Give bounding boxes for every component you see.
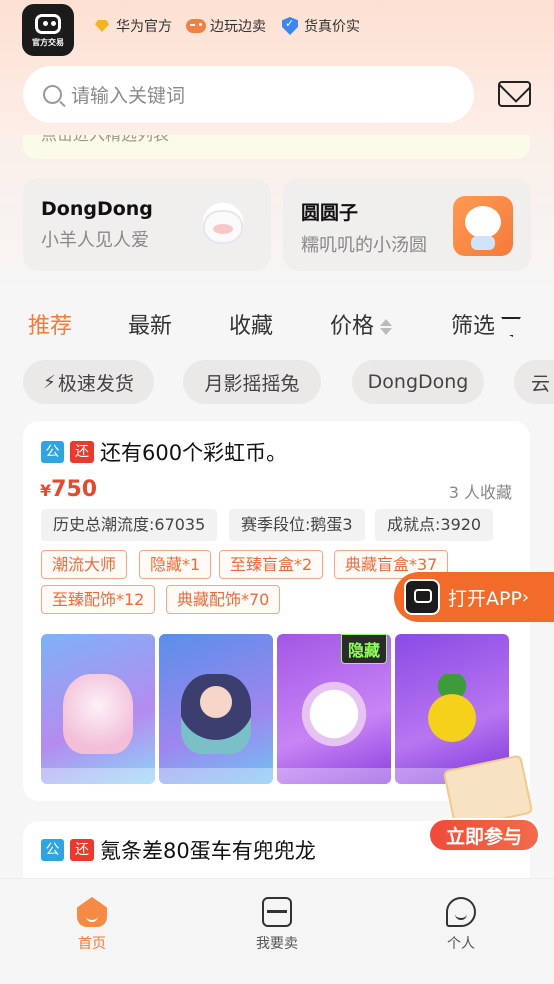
figure-image <box>63 674 133 754</box>
badge-play-sell: 边玩边卖 <box>186 16 266 36</box>
attribute-tag: 潮流大师 <box>41 550 128 579</box>
tab-price-label: 价格 <box>330 314 375 339</box>
chip-fast-shipping[interactable]: ⚡ 极速发货 <box>23 360 154 404</box>
app-logo-icon <box>404 579 440 615</box>
chip-dongdong[interactable]: DongDong <box>352 360 484 404</box>
tab-latest[interactable]: 最新 <box>128 308 172 340</box>
lightning-icon: ⚡ <box>43 371 56 393</box>
chip-label: DongDong <box>367 371 469 393</box>
item-thumbnail[interactable] <box>41 634 155 784</box>
badge-label: 边玩边卖 <box>210 19 266 35</box>
dumpling-figure-image <box>453 196 513 256</box>
favorite-count: 3 人收藏 <box>448 483 512 502</box>
search-icon <box>43 85 62 104</box>
chip-label: 极速发货 <box>57 372 134 395</box>
search-input[interactable]: 请输入关键词 <box>23 66 474 123</box>
diamond-icon <box>95 20 109 32</box>
tab-filter-label: 筛选 <box>451 314 496 339</box>
listing-price: ¥750 <box>40 477 97 502</box>
figure-image <box>299 674 369 754</box>
join-button[interactable]: 立即参与 <box>428 818 540 852</box>
app-logo: 官方交易 <box>22 4 74 56</box>
hidden-badge: 隐藏 <box>340 634 387 664</box>
listing-title: 氪条差80蛋车有兜兜龙 <box>100 839 316 863</box>
nav-profile[interactable]: 个人 <box>421 897 501 953</box>
open-app-button[interactable]: 打开APP › <box>394 572 554 622</box>
filter-icon <box>501 317 522 337</box>
chip-label: 月影摇摇兔 <box>204 372 300 395</box>
mail-icon[interactable] <box>498 81 531 107</box>
listing-title: 还有600个彩虹币。 <box>100 441 288 465</box>
stat-trend: 历史总潮流度:67035 <box>41 509 218 541</box>
sort-tabs: 推荐 最新 收藏 价格 筛选 <box>0 308 554 342</box>
figure-image <box>181 674 251 754</box>
attribute-tag: 至臻配饰*12 <box>41 585 156 614</box>
join-promo[interactable]: 立即参与 <box>428 754 540 854</box>
header: 官方交易 华为官方 边玩边卖 货真价实 请输入关键词 <box>0 0 554 135</box>
item-thumbnail[interactable] <box>159 634 273 784</box>
trust-badges: 华为官方 边玩边卖 货真价实 <box>92 16 360 36</box>
attribute-tag: 隐藏*1 <box>139 550 212 579</box>
return-tag: 还 <box>70 839 94 861</box>
badge-huawei: 华为官方 <box>92 16 172 36</box>
price-symbol: ¥ <box>40 481 52 500</box>
quick-filter-chips: ⚡ 极速发货 月影摇摇兔 DongDong 云 <box>0 360 554 404</box>
figure-image <box>417 674 487 754</box>
badge-authentic: 货真价实 <box>280 16 360 36</box>
chip-moon-rabbit[interactable]: 月影摇摇兔 <box>183 360 321 404</box>
public-tag: 公 <box>41 839 64 861</box>
public-tag: 公 <box>41 441 64 463</box>
nav-label: 首页 <box>78 936 106 952</box>
stat-achievement: 成就点:3920 <box>375 509 494 541</box>
shield-check-icon <box>282 17 298 35</box>
nav-home[interactable]: 首页 <box>52 897 132 953</box>
gamepad-icon <box>186 19 206 33</box>
badge-label: 货真价实 <box>304 19 360 35</box>
item-thumbnail[interactable]: 隐藏 <box>277 634 391 784</box>
nav-sell[interactable]: 我要卖 <box>237 897 317 953</box>
sheep-figure-image <box>193 196 253 256</box>
tab-recommend[interactable]: 推荐 <box>28 308 72 340</box>
badge-label: 华为官方 <box>116 19 172 35</box>
home-icon <box>77 897 107 927</box>
return-tag: 还 <box>70 441 94 463</box>
price-value: 750 <box>51 477 98 502</box>
attribute-tag: 典藏配饰*70 <box>166 585 281 614</box>
ip-card-dongdong[interactable]: DongDong 小羊人见人爱 <box>23 178 271 271</box>
tab-price[interactable]: 价格 <box>330 308 393 340</box>
attribute-tag: 至臻盲盒*2 <box>219 550 324 579</box>
chip-cloud[interactable]: 云 <box>514 360 554 404</box>
nav-label: 个人 <box>447 936 475 952</box>
nav-label: 我要卖 <box>256 936 298 952</box>
open-app-label: 打开APP <box>448 587 522 610</box>
sell-box-icon <box>262 897 292 927</box>
sort-icon <box>380 318 393 336</box>
logo-text: 官方交易 <box>32 38 64 47</box>
stat-season-rank: 赛季段位:鹅蛋3 <box>229 509 365 541</box>
chip-label: 云 <box>531 372 551 395</box>
bottom-nav: 首页 我要卖 个人 <box>0 878 554 984</box>
tab-filter[interactable]: 筛选 <box>451 308 522 340</box>
logo-icon <box>35 14 61 34</box>
chevron-right-icon: › <box>521 586 530 608</box>
profile-icon <box>446 897 476 927</box>
tab-favorites[interactable]: 收藏 <box>229 308 273 340</box>
ip-card-yuanyuanzi[interactable]: 圆圆子 糯叽叽的小汤圆 <box>283 178 531 271</box>
search-placeholder: 请输入关键词 <box>71 85 186 107</box>
